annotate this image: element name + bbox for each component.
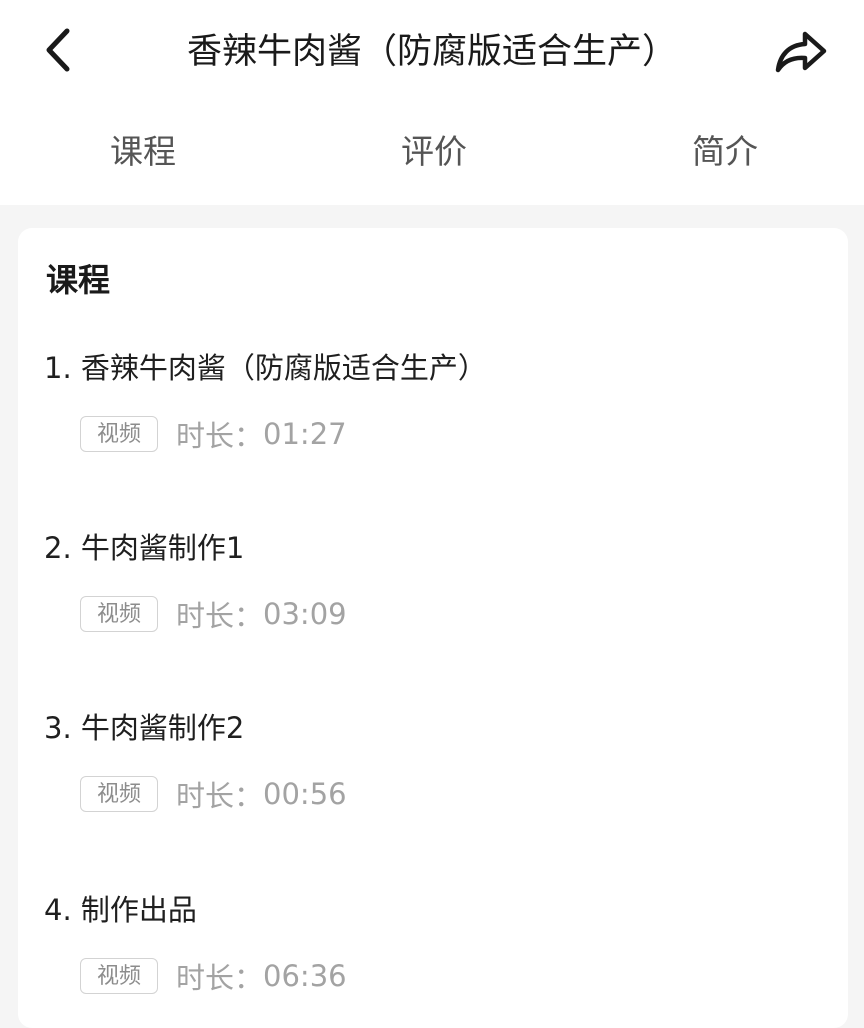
share-button[interactable] [770,24,832,80]
lesson-item[interactable]: 4. 制作出品 视频 时长： 06:36 [44,888,824,1028]
tab-bar: 课程 评价 简介 [0,122,864,182]
tab-reviews[interactable]: 评价 [334,122,534,182]
lesson-type-tag: 视频 [80,416,159,452]
lesson-item[interactable]: 3. 牛肉酱制作2 视频 时长： 00:56 [44,706,824,846]
lesson-meta: 视频 时长： 01:27 [80,414,347,454]
tab-intro[interactable]: 简介 [625,122,825,182]
share-arrow-icon [775,31,827,73]
lesson-type-tag: 视频 [80,776,159,812]
section-title: 课程 [46,261,111,299]
duration-value: 03:09 [263,597,347,631]
lesson-type-tag: 视频 [80,596,159,632]
lesson-meta: 视频 时长： 00:56 [80,774,347,814]
duration-label: 时长： [176,599,264,633]
duration-label: 时长： [176,961,264,995]
top-bar: 香辣牛肉酱（防腐版适合生产） 课程 评价 简介 [0,0,864,205]
page-title: 香辣牛肉酱（防腐版适合生产） [186,32,677,72]
lesson-item[interactable]: 2. 牛肉酱制作1 视频 时长： 03:09 [44,526,824,666]
back-button[interactable] [34,26,82,74]
lesson-title: 3. 牛肉酱制作2 [44,711,245,745]
lesson-item[interactable]: 1. 香辣牛肉酱（防腐版适合生产） 视频 时长： 01:27 [44,346,824,486]
duration-value: 00:56 [263,777,347,811]
lesson-title: 1. 香辣牛肉酱（防腐版适合生产） [44,351,487,385]
duration-label: 时长： [176,779,264,813]
chevron-left-icon [46,28,70,72]
lesson-title: 2. 牛肉酱制作1 [44,531,245,565]
duration-value: 01:27 [263,417,347,451]
lesson-meta: 视频 时长： 03:09 [80,594,347,634]
lesson-type-tag: 视频 [80,958,159,994]
tab-course[interactable]: 课程 [43,122,243,182]
course-card: 课程 1. 香辣牛肉酱（防腐版适合生产） 视频 时长： 01:27 2. 牛肉酱… [18,228,848,1028]
lesson-meta: 视频 时长： 06:36 [80,956,347,996]
duration-label: 时长： [176,419,264,453]
lesson-title: 4. 制作出品 [44,893,197,927]
duration-value: 06:36 [263,959,347,993]
